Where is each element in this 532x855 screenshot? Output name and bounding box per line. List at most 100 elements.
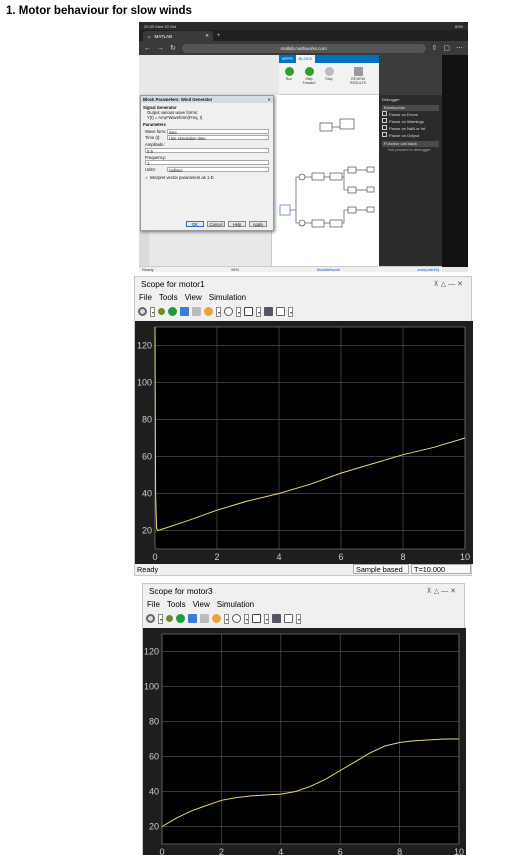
share-icon[interactable]: ⇧ [432,44,438,52]
model-block [329,172,343,181]
settings-icon[interactable] [146,614,155,623]
debugger-content: Debugger Breakpoints Pause on Errors Pau… [379,95,442,155]
run-button[interactable]: Run [281,67,297,81]
step-back-icon[interactable] [158,308,165,315]
autoscale-icon[interactable] [252,614,261,623]
menu-view[interactable]: View [193,600,210,609]
step-forward-icon[interactable] [188,614,197,623]
debugger-title: Debugger [382,97,400,102]
cursor-icon[interactable] [272,614,281,623]
minimize-icon[interactable]: — [448,281,457,288]
step-forward-icon[interactable] [180,307,189,316]
pause-on-output-checkbox[interactable]: Pause on Output [382,132,439,139]
step-forward-button[interactable]: Step Forward [301,67,317,85]
menu-tools[interactable]: Tools [167,600,186,609]
minimize-icon[interactable]: — [441,588,450,595]
url-field[interactable]: matlab.mathworks.com [181,43,426,53]
units-select[interactable]: rad/sec [167,166,269,173]
highlight-icon[interactable] [212,614,221,623]
tab-block[interactable]: BLOCK [295,55,316,63]
apply-button[interactable]: Apply [249,221,267,227]
run-icon[interactable] [168,307,177,316]
tab-apps[interactable]: APPS [279,55,296,63]
back-icon[interactable]: ← [144,45,151,52]
stop-button[interactable]: Stop [321,67,337,81]
x-tick-label: 0 [159,847,164,855]
pin-icon[interactable]: ⊼ [434,281,441,288]
close-tab-icon[interactable]: ✕ [205,33,209,39]
ok-button[interactable]: OK [186,221,204,227]
run-icon[interactable] [176,614,185,623]
style-icon[interactable] [284,614,293,623]
cursor-icon[interactable] [264,307,273,316]
interpret-vector-checkbox[interactable]: ✓ Interpret vector parameters as 1-D [145,175,269,180]
pause-on-warnings-checkbox[interactable]: Pause on Warnings [382,118,439,125]
menu-view[interactable]: View [185,293,202,302]
amplitude-input[interactable]: 0.5 [145,147,269,154]
zoom-icon[interactable] [224,307,233,316]
menu-simulation[interactable]: Simulation [209,293,246,302]
settings-dropdown-icon[interactable] [150,306,155,317]
close-icon[interactable]: ✕ [457,281,465,288]
pin-icon[interactable]: ⊼ [427,588,434,595]
browser-tab-matlab[interactable]: ▲ MATLAB ✕ [143,31,213,41]
call-stack-text: Not paused in debugger [388,147,431,152]
autoscale-dropdown-icon[interactable] [264,613,269,624]
stop-icon[interactable] [192,307,201,316]
scope-menubar: File Tools View Simulation [135,291,471,303]
wave-form-select[interactable]: sine [167,128,269,135]
cancel-button[interactable]: Cancel [207,221,225,227]
scope-window-motor1: Scope for motor1 ⊼△—✕ File Tools View Si… [134,276,473,576]
highlight-icon[interactable] [204,307,213,316]
pause-on-errors-checkbox[interactable]: Pause on Errors [382,111,439,118]
scope-status-bar: Ready Sample based T=10.000 [135,563,471,575]
scope-ready-text: Ready [137,564,159,574]
settings-dropdown-icon[interactable] [158,613,163,624]
menu-file[interactable]: File [139,293,152,302]
frequency-input[interactable]: 1 [145,160,269,166]
forward-icon[interactable]: → [157,45,164,52]
tabs-overview-icon[interactable]: ▢ [443,44,450,52]
zoom-icon[interactable] [232,614,241,623]
scope-title: Scope for motor3 [149,586,213,596]
style-dropdown-icon[interactable] [288,306,293,317]
reload-icon[interactable]: ↻ [170,44,176,52]
matlab-logo-icon: ▲ [147,33,152,39]
pause-on-nan-checkbox[interactable]: Pause on NaN or Inf [382,125,439,132]
review-results-button[interactable]: REVIEW RESULTS [345,67,371,85]
help-button[interactable]: Help [228,221,246,227]
scope-chart-motor3: 0 2 4 6 8 10 20 40 60 80 100 120 [144,633,464,855]
autoscale-icon[interactable] [244,307,253,316]
menu-file[interactable]: File [147,600,160,609]
scope-plot-motor3[interactable]: 0 2 4 6 8 10 20 40 60 80 100 120 [143,628,466,855]
wave-form-label: Wave form: [145,128,167,134]
matlab-ready-text: Ready [142,267,154,272]
style-dropdown-icon[interactable] [296,613,301,624]
zoom-dropdown-icon[interactable] [244,613,249,624]
x-tick-label: 2 [219,847,224,855]
highlight-dropdown-icon[interactable] [216,306,221,317]
simulink-model-canvas[interactable] [271,95,379,267]
new-tab-button[interactable]: + [217,31,221,41]
model-link[interactable]: SlowNetwork [317,267,340,272]
settings-icon[interactable] [138,307,147,316]
style-icon[interactable] [276,307,285,316]
autoscale-dropdown-icon[interactable] [256,306,261,317]
stop-icon [324,67,334,76]
scope-plot-motor1[interactable]: 0 2 4 6 8 10 20 40 60 80 100 120 [135,321,473,564]
plot-area [162,634,459,844]
run-icon [284,67,294,76]
close-icon[interactable]: ✕ [450,588,458,595]
step-back-icon[interactable] [166,615,173,622]
zoom-dropdown-icon[interactable] [236,306,241,317]
time-select[interactable]: Use simulation time [167,135,269,141]
more-icon[interactable]: ⋯ [456,44,463,52]
menu-simulation[interactable]: Simulation [217,600,254,609]
dialog-close-icon[interactable]: ✕ [267,96,271,103]
highlight-dropdown-icon[interactable] [224,613,229,624]
debugger-panel: Debugger Breakpoints Pause on Errors Pau… [379,55,442,267]
x-tick-label: 6 [338,552,343,562]
menu-tools[interactable]: Tools [159,293,178,302]
stop-icon[interactable] [200,614,209,623]
solver-link[interactable]: auto(ode45) [417,267,439,272]
